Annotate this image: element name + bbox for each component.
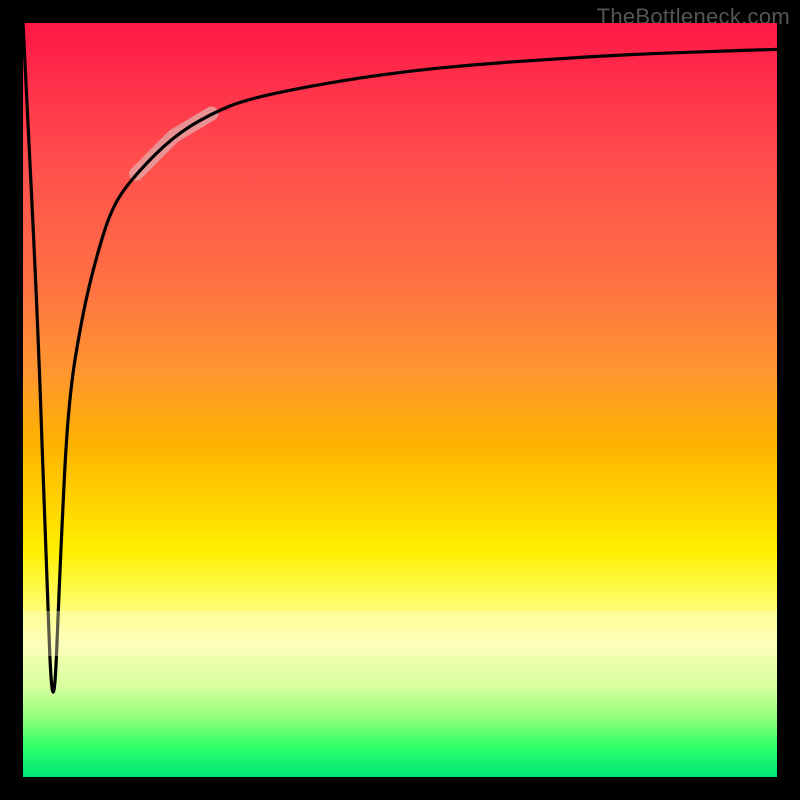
curve-svg — [23, 23, 777, 777]
bottleneck-curve — [23, 23, 777, 692]
plot-area — [23, 23, 777, 777]
chart-container: TheBottleneck.com — [0, 0, 800, 800]
